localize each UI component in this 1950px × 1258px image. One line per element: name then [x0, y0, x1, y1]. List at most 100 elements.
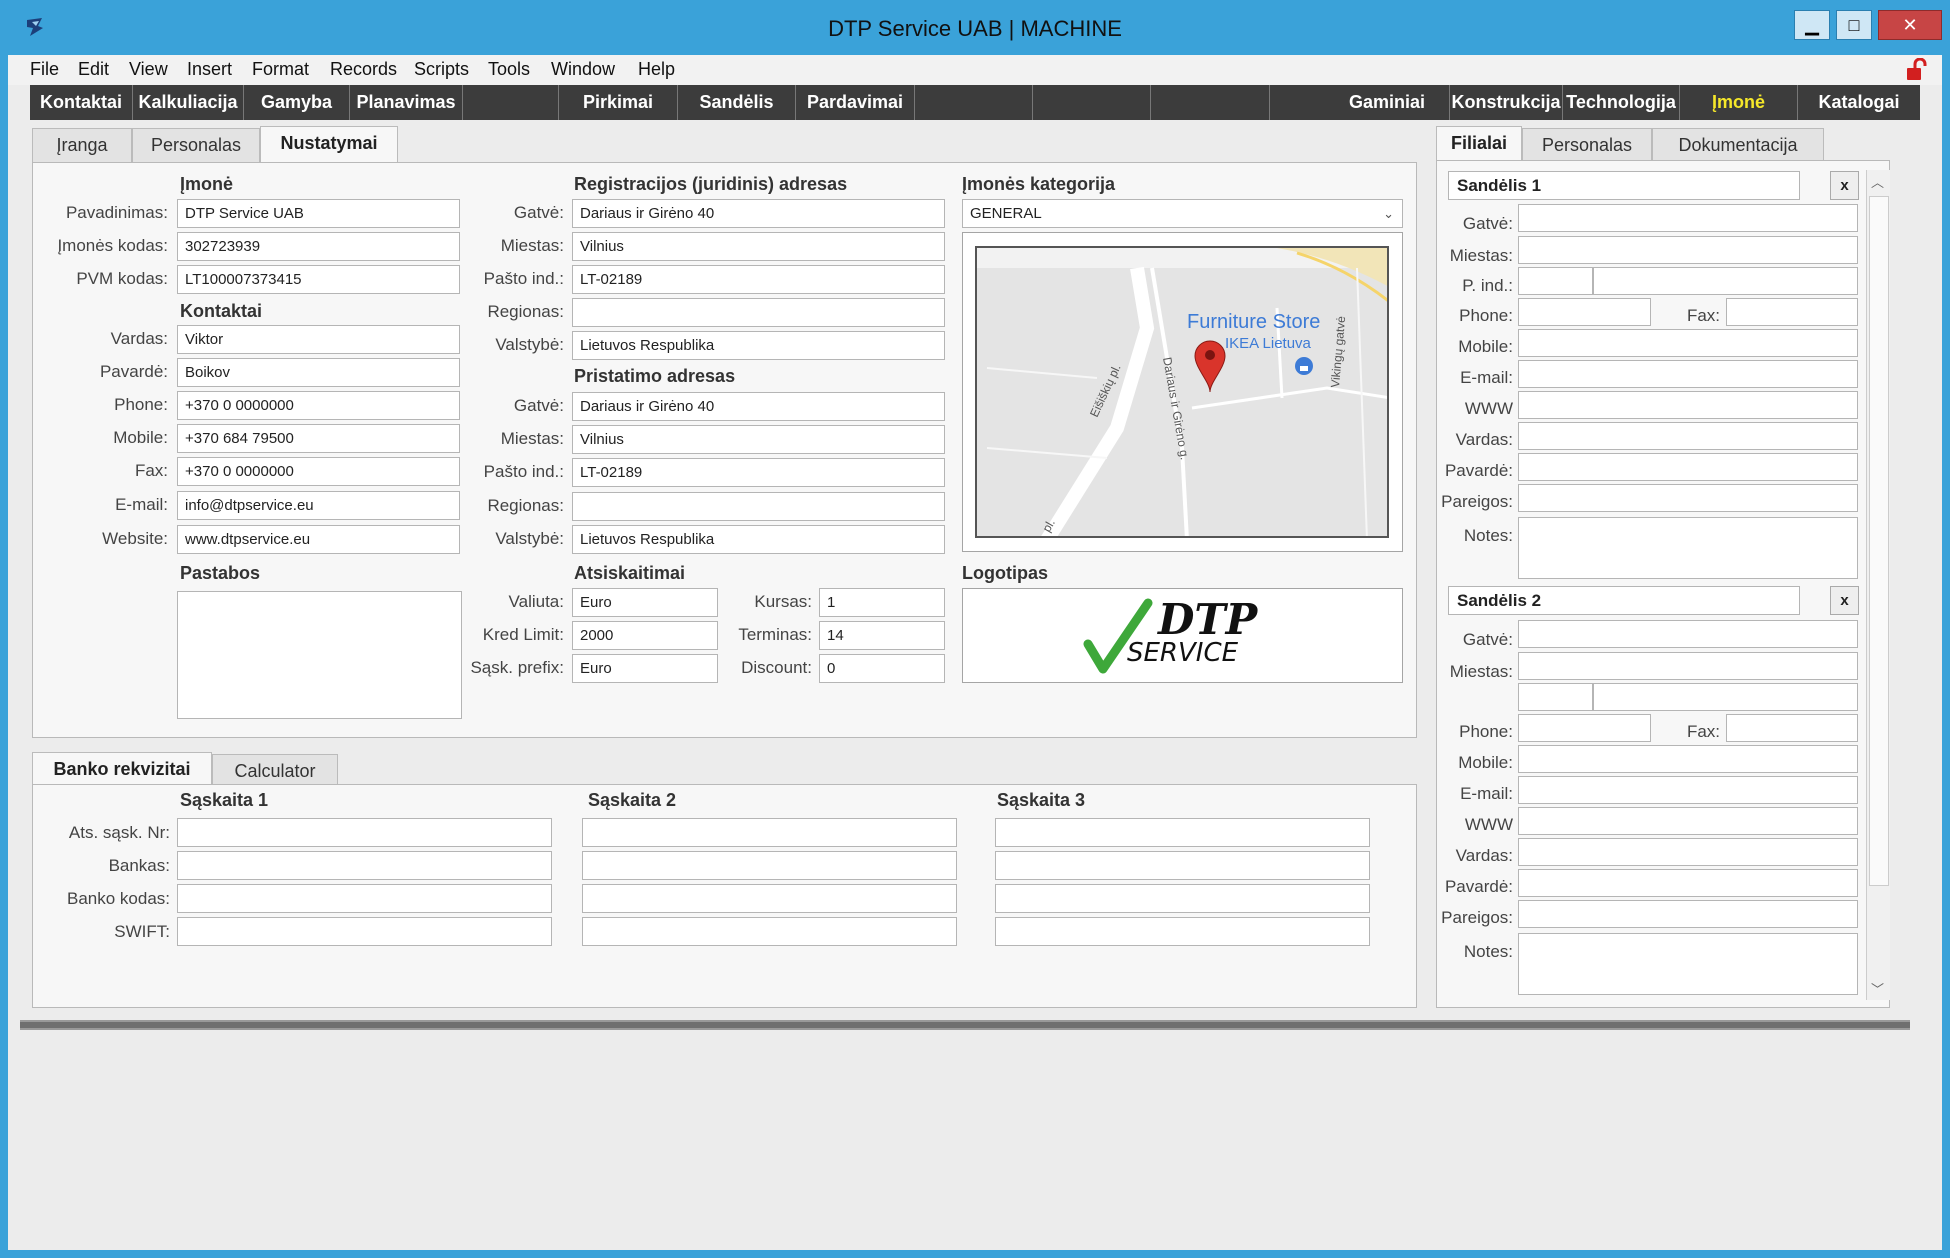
- unlocked-icon[interactable]: [1905, 58, 1927, 82]
- wh2-zip-field[interactable]: [1593, 683, 1858, 711]
- logo-box[interactable]: DTP SERVICE: [962, 588, 1403, 683]
- del-country-field[interactable]: Lietuvos Respublika: [572, 525, 945, 554]
- wh1-first-name-field[interactable]: [1518, 422, 1858, 450]
- module-kontaktai[interactable]: Kontaktai: [30, 85, 133, 120]
- fax-field[interactable]: +370 0 0000000: [177, 457, 460, 486]
- del-region-field[interactable]: [572, 492, 945, 521]
- module-pardavimai[interactable]: Pardavimai: [796, 85, 915, 120]
- splitter-bar[interactable]: [20, 1020, 1910, 1030]
- module-technologija[interactable]: Technologija: [1563, 85, 1680, 120]
- menu-view[interactable]: View: [129, 59, 168, 80]
- wh2-first-name-field[interactable]: [1518, 838, 1858, 866]
- menu-file[interactable]: File: [30, 59, 59, 80]
- email-field[interactable]: info@dtpservice.eu: [177, 491, 460, 520]
- notes-textarea[interactable]: [177, 591, 462, 719]
- wh1-fax-field[interactable]: [1726, 298, 1858, 326]
- tab-nustatymai[interactable]: Nustatymai: [260, 126, 398, 162]
- reg-city-field[interactable]: Vilnius: [572, 232, 945, 261]
- menu-insert[interactable]: Insert: [187, 59, 232, 80]
- wh2-last-name-field[interactable]: [1518, 869, 1858, 897]
- module-empty[interactable]: [1151, 85, 1270, 120]
- company-code-field[interactable]: 302723939: [177, 232, 460, 261]
- menu-edit[interactable]: Edit: [78, 59, 109, 80]
- acc3-bank-field[interactable]: [995, 851, 1370, 880]
- wh1-email-field[interactable]: [1518, 360, 1858, 388]
- tab-right-personalas[interactable]: Personalas: [1522, 128, 1652, 162]
- menu-scripts[interactable]: Scripts: [414, 59, 469, 80]
- wh1-city-field[interactable]: [1518, 236, 1858, 264]
- scroll-up-icon[interactable]: ︿: [1871, 172, 1884, 191]
- acc2-bank-code-field[interactable]: [582, 884, 957, 913]
- menu-format[interactable]: Format: [252, 59, 309, 80]
- discount-field[interactable]: 0: [819, 654, 945, 683]
- acc3-number-field[interactable]: [995, 818, 1370, 847]
- warehouse-2-name[interactable]: Sandėlis 2: [1448, 586, 1800, 615]
- scrollbar-thumb[interactable]: [1869, 196, 1889, 886]
- wh2-fax-field[interactable]: [1726, 714, 1858, 742]
- del-street-field[interactable]: Dariaus ir Girėno 40: [572, 392, 945, 421]
- wh1-notes-textarea[interactable]: [1518, 517, 1858, 579]
- wh1-phone-field[interactable]: [1518, 298, 1651, 326]
- acc2-number-field[interactable]: [582, 818, 957, 847]
- wh2-notes-textarea[interactable]: [1518, 933, 1858, 995]
- close-window-button[interactable]: ✕: [1878, 10, 1942, 40]
- term-field[interactable]: 14: [819, 621, 945, 650]
- acc1-bank-field[interactable]: [177, 851, 552, 880]
- reg-country-field[interactable]: Lietuvos Respublika: [572, 331, 945, 360]
- module-pirkimai[interactable]: Pirkimai: [559, 85, 678, 120]
- maximize-button[interactable]: □: [1836, 10, 1872, 40]
- rate-field[interactable]: 1: [819, 588, 945, 617]
- reg-region-field[interactable]: [572, 298, 945, 327]
- module-empty[interactable]: [1033, 85, 1151, 120]
- tab-dokumentacija[interactable]: Dokumentacija: [1652, 128, 1824, 162]
- acc2-swift-field[interactable]: [582, 917, 957, 946]
- module-imone[interactable]: Įmonė: [1680, 85, 1798, 120]
- map-view[interactable]: Furniture Store IKEA Lietuva Eišiškių pl…: [975, 246, 1389, 538]
- tab-personalas[interactable]: Personalas: [132, 128, 260, 162]
- first-name-field[interactable]: Viktor: [177, 325, 460, 354]
- reg-zip-field[interactable]: LT-02189: [572, 265, 945, 294]
- branches-scrollbar[interactable]: ︿ ﹀: [1866, 170, 1890, 1000]
- wh2-phone-field[interactable]: [1518, 714, 1651, 742]
- acc1-number-field[interactable]: [177, 818, 552, 847]
- last-name-field[interactable]: Boikov: [177, 358, 460, 387]
- category-select[interactable]: GENERAL ⌄: [962, 199, 1403, 228]
- del-zip-field[interactable]: LT-02189: [572, 458, 945, 487]
- wh2-position-field[interactable]: [1518, 900, 1858, 928]
- currency-field[interactable]: Euro: [572, 588, 718, 617]
- wh2-zip-prefix-field[interactable]: [1518, 683, 1593, 711]
- website-field[interactable]: www.dtpservice.eu: [177, 525, 460, 554]
- module-empty[interactable]: [915, 85, 1033, 120]
- module-gaminiai[interactable]: Gaminiai: [1270, 85, 1450, 120]
- wh2-email-field[interactable]: [1518, 776, 1858, 804]
- reg-street-field[interactable]: Dariaus ir Girėno 40: [572, 199, 945, 228]
- wh2-city-field[interactable]: [1518, 652, 1858, 680]
- minimize-button[interactable]: ▁: [1794, 10, 1830, 40]
- module-konstrukcija[interactable]: Konstrukcija: [1450, 85, 1563, 120]
- close-icon[interactable]: x: [1830, 586, 1859, 615]
- invoice-prefix-field[interactable]: Euro: [572, 654, 718, 683]
- mobile-field[interactable]: +370 684 79500: [177, 424, 460, 453]
- vat-code-field[interactable]: LT100007373415: [177, 265, 460, 294]
- menu-records[interactable]: Records: [330, 59, 397, 80]
- tab-iranga[interactable]: Įranga: [32, 128, 132, 162]
- wh2-mobile-field[interactable]: [1518, 745, 1858, 773]
- menu-tools[interactable]: Tools: [488, 59, 530, 80]
- acc3-swift-field[interactable]: [995, 917, 1370, 946]
- phone-field[interactable]: +370 0 0000000: [177, 391, 460, 420]
- wh1-zip-prefix-field[interactable]: [1518, 267, 1593, 295]
- module-planavimas[interactable]: Planavimas: [350, 85, 463, 120]
- menu-help[interactable]: Help: [638, 59, 675, 80]
- module-gamyba[interactable]: Gamyba: [244, 85, 350, 120]
- menu-window[interactable]: Window: [551, 59, 615, 80]
- module-kalkuliacija[interactable]: Kalkuliacija: [133, 85, 244, 120]
- module-katalogai[interactable]: Katalogai: [1798, 85, 1920, 120]
- module-sandelis[interactable]: Sandėlis: [678, 85, 796, 120]
- tab-filialai[interactable]: Filialai: [1436, 126, 1522, 162]
- wh1-position-field[interactable]: [1518, 484, 1858, 512]
- tab-calculator[interactable]: Calculator: [212, 754, 338, 788]
- tab-bank-details[interactable]: Banko rekvizitai: [32, 752, 212, 788]
- wh1-mobile-field[interactable]: [1518, 329, 1858, 357]
- acc1-bank-code-field[interactable]: [177, 884, 552, 913]
- wh2-www-field[interactable]: [1518, 807, 1858, 835]
